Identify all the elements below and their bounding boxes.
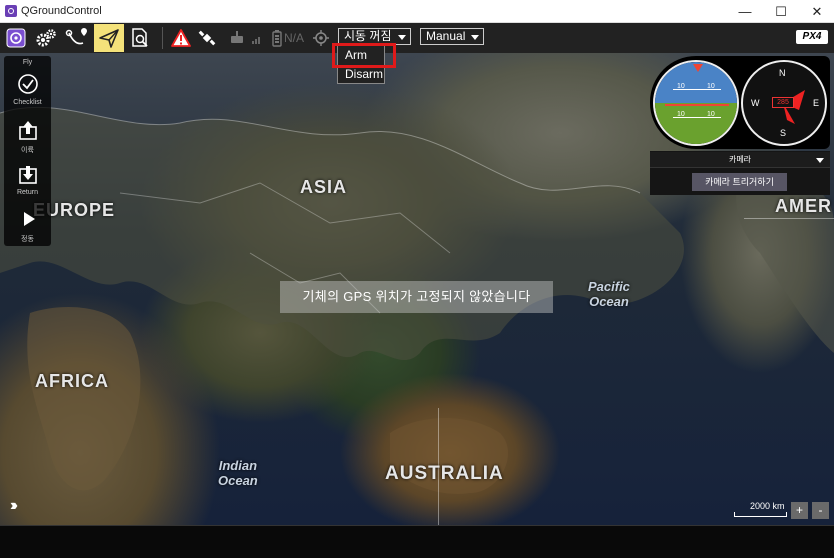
gps-status-text: N/A bbox=[284, 31, 305, 45]
chevron-down-icon bbox=[816, 158, 824, 163]
maximize-button[interactable]: ☐ bbox=[764, 0, 798, 23]
qgc-logo-icon bbox=[6, 28, 26, 48]
qgc-logo-button[interactable] bbox=[3, 26, 29, 50]
map-scale-bar bbox=[734, 512, 787, 517]
chevron-down-icon bbox=[471, 35, 480, 40]
analyze-button[interactable] bbox=[127, 26, 153, 50]
pitch-label: 10 bbox=[707, 83, 715, 90]
takeoff-label: 이륙 bbox=[21, 147, 34, 154]
expand-chevron-icon[interactable]: ››› bbox=[10, 497, 18, 515]
takeoff-button[interactable]: 이륙 bbox=[4, 119, 51, 155]
horizon-marker bbox=[665, 104, 729, 106]
return-label: Return bbox=[16, 189, 38, 196]
pause-button[interactable]: 정동 bbox=[4, 208, 51, 244]
camera-select-label: 카메라 bbox=[728, 155, 752, 164]
return-icon bbox=[18, 166, 37, 184]
app-icon bbox=[5, 5, 17, 17]
zoom-out-button[interactable]: - bbox=[812, 502, 829, 519]
map-label-pacific: Pacific Ocean bbox=[588, 279, 630, 309]
attitude-indicator: 10 10 10 10 bbox=[653, 60, 739, 146]
warning-icon bbox=[171, 29, 191, 47]
heading-readout: 285 bbox=[772, 97, 794, 108]
zoom-in-button[interactable]: + bbox=[791, 502, 808, 519]
title-bar: QGroundControl — ☐ ✕ bbox=[0, 0, 834, 23]
pitch-label: 10 bbox=[677, 111, 685, 118]
checklist-button[interactable]: Checklist bbox=[4, 73, 51, 106]
flight-mode-dropdown[interactable]: Manual bbox=[420, 28, 485, 45]
takeoff-icon bbox=[18, 121, 37, 140]
camera-select[interactable]: 카메라 bbox=[650, 152, 830, 168]
bottom-strip bbox=[0, 525, 834, 558]
pitch-label: 10 bbox=[707, 111, 715, 118]
arm-state-label: 시동 꺼짐 bbox=[344, 29, 392, 43]
toolstrip-header: Fly bbox=[22, 59, 33, 66]
map-scale-label: 2000 km bbox=[750, 501, 785, 511]
signal-bars-icon bbox=[252, 37, 260, 44]
messages-indicator[interactable] bbox=[168, 26, 194, 50]
px4-logo: PX4 bbox=[796, 30, 828, 44]
satellite-icon bbox=[198, 30, 216, 46]
attitude-ground bbox=[655, 103, 737, 144]
crosshair-icon bbox=[313, 30, 329, 46]
paper-plane-icon bbox=[99, 29, 119, 48]
window-title: QGroundControl bbox=[21, 5, 102, 17]
fly-button[interactable] bbox=[94, 24, 124, 52]
roll-pointer-icon bbox=[693, 64, 703, 72]
gps-indicator[interactable] bbox=[308, 26, 334, 50]
gears-icon bbox=[36, 29, 56, 47]
map-label-asia: ASIA bbox=[300, 177, 348, 197]
main-toolbar bbox=[0, 23, 834, 53]
return-button[interactable]: Return bbox=[4, 163, 51, 196]
minimize-button[interactable]: — bbox=[728, 0, 762, 23]
camera-trigger-button[interactable]: 카메라 트리거하기 bbox=[692, 173, 787, 191]
map-label-america: AMER bbox=[775, 196, 832, 216]
settings-button[interactable] bbox=[33, 26, 59, 50]
route-icon bbox=[65, 28, 87, 45]
fly-toolstrip: Fly Checklist 이륙 Return 정동 bbox=[4, 56, 51, 246]
document-search-icon bbox=[132, 28, 148, 47]
vehicle-indicator[interactable] bbox=[194, 26, 220, 50]
close-button[interactable]: ✕ bbox=[800, 0, 834, 23]
flight-mode-label: Manual bbox=[426, 29, 466, 43]
toolbar-separator bbox=[162, 27, 163, 49]
gps-status-message: 기체의 GPS 위치가 고정되지 않았습니다 bbox=[280, 281, 553, 313]
map-label-indian: Indian Ocean bbox=[218, 458, 258, 488]
checklist-icon bbox=[17, 74, 38, 94]
plan-button[interactable] bbox=[63, 26, 89, 50]
grid-line bbox=[744, 218, 834, 219]
map-label-australia: AUSTRALIA bbox=[385, 463, 504, 484]
chevron-down-icon bbox=[397, 35, 406, 40]
pitch-label: 10 bbox=[677, 83, 685, 90]
arm-highlight-box bbox=[332, 43, 396, 68]
battery-icon bbox=[272, 30, 282, 47]
map-label-africa: AFRICA bbox=[35, 371, 109, 391]
pause-label: 정동 bbox=[21, 236, 34, 243]
checklist-label: Checklist bbox=[13, 99, 42, 106]
play-icon bbox=[23, 212, 35, 226]
